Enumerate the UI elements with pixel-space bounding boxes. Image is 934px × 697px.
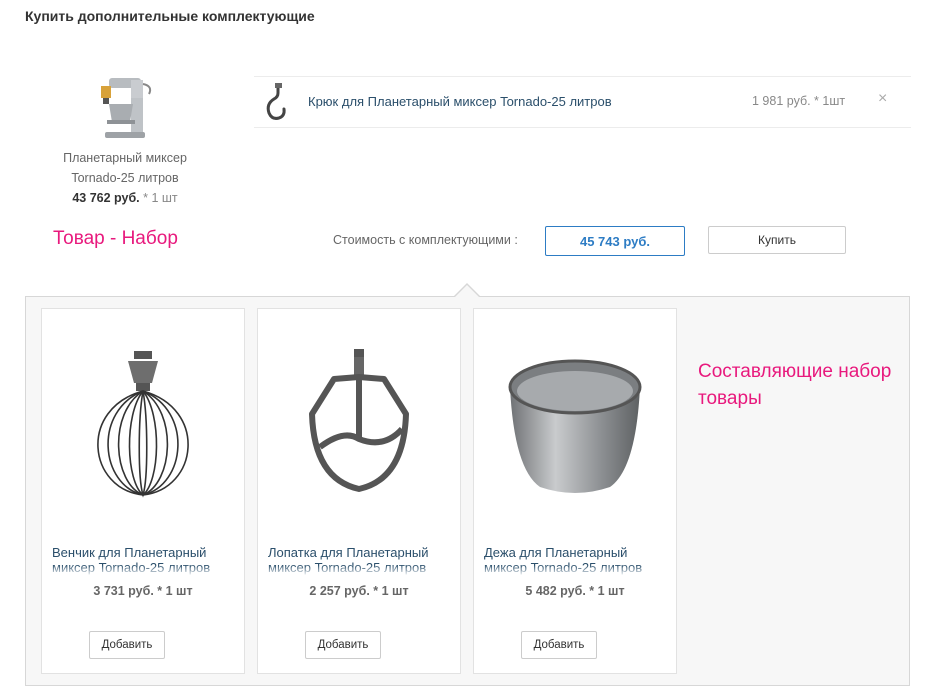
main-product-qty: * 1 шт [139,191,178,205]
component-card: Дежа для Планетарный миксер Tornado-25 л… [473,308,677,674]
component-price: 5 482 руб. * 1 шт [525,584,625,598]
component-name-link[interactable]: Венчик для Планетарный миксер Tornado-25… [52,545,238,575]
main-product: Планетарный миксер Tornado-25 литров 43 … [40,76,210,208]
buy-button[interactable]: Купить [708,226,846,254]
main-product-price-line: 43 762 руб. * 1 шт [40,188,210,208]
panel-pointer-fill [454,285,480,298]
component-price: 2 257 руб. * 1 шт [309,584,409,598]
component-name-link[interactable]: Дежа для Планетарный миксер Tornado-25 л… [484,545,670,575]
main-product-price: 43 762 руб. [72,191,140,205]
dough-hook-icon [266,83,286,120]
component-card: Венчик для Планетарный миксер Tornado-25… [41,308,245,674]
add-button[interactable]: Добавить [521,631,597,659]
component-name-link[interactable]: Лопатка для Планетарный миксер Tornado-2… [268,545,454,575]
flat-beater-icon [309,349,409,492]
component-card: Лопатка для Планетарный миксер Tornado-2… [257,308,461,674]
set-annotation-label: Товар - Набор [53,228,178,249]
add-button[interactable]: Добавить [89,631,165,659]
selected-accessory-row: Крюк для Планетарный миксер Tornado-25 л… [254,76,911,128]
total-label: Стоимость с комплектующими : [333,233,518,247]
add-button[interactable]: Добавить [305,631,381,659]
main-product-name: Планетарный миксер Tornado-25 литров [63,151,187,185]
accessory-name-link[interactable]: Крюк для Планетарный миксер Tornado-25 л… [308,94,612,109]
total-price: 45 743 руб. [545,226,685,256]
component-price: 3 731 руб. * 1 шт [93,584,193,598]
page-title: Купить дополнительные комплектующие [25,8,315,24]
whisk-icon [97,351,189,498]
components-annotation-label: Составляющие набор товары [698,361,892,409]
accessory-price: 1 981 руб. * 1шт [752,94,846,108]
remove-accessory-icon[interactable]: × [878,90,887,108]
bowl-icon [508,359,642,493]
mixer-icon [101,78,152,138]
